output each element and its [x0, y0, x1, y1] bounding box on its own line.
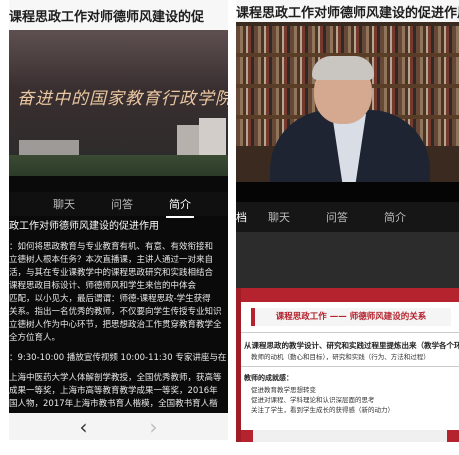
left-screen: 课程思政工作对师德师风建设的促 奋进中的国家教育行政学院 聊天 问答 简介 政工… — [9, 0, 228, 440]
slide-line: 促进教育教学思想转变 — [251, 386, 316, 394]
slide-header-bar — [241, 288, 459, 302]
divider — [241, 366, 459, 367]
slide-document: 课程思政工作 —— 师德师风建设的关系 从课程思政的教学设计、研究和实践过程里提… — [236, 288, 459, 442]
right-screen: 课程思政工作对师德师风建设的促进作用 档 聊天 问答 简介 课程思政工作 —— … — [236, 0, 459, 442]
intro-heading: 政工作对师德师风建设的促进作用 — [9, 221, 159, 232]
intro-line: 立德树人根本任务？本次直播课，主讲人通过一对来自 — [9, 255, 214, 265]
slide-line: 促进对课程、学科理论和认识深层面的思考 — [251, 396, 375, 404]
tab-qa[interactable]: 问答 — [93, 196, 151, 212]
intro-line: 立德树人作为中心环节，把思想政治工作贯穿教育教学全 — [9, 320, 222, 330]
intro-line: 全方位育人。 — [9, 333, 61, 343]
divider — [241, 332, 459, 333]
schedule-line: ：9:30-10:00 播放宣传视频 10:00-11:30 专家讲座与在 — [9, 353, 227, 363]
intro-line: 关系。指出一名优秀的教师，不仅要向学生传授专业知识 — [9, 307, 222, 317]
intro-line: ：如何将思政教育与专业教育有机、有意、有效衔接和 — [9, 242, 214, 252]
tab-chat[interactable]: 聊天 — [35, 196, 93, 212]
page-title: 课程思政工作对师德师风建设的促进作用 — [236, 6, 459, 21]
forward-arrow-icon[interactable]: › — [150, 417, 158, 437]
slide-heading: 教师的成就感： — [244, 374, 293, 382]
slide-title: 课程思政工作 —— 师德师风建设的关系 — [251, 308, 451, 326]
speaker-hair — [312, 56, 374, 80]
tab-documents[interactable]: 档 — [236, 209, 250, 234]
slide-subpoint: 教师的动机（動心和目标），研究和实践（行为、方法和过程） — [251, 353, 430, 361]
slide-corner-mark — [447, 430, 459, 442]
intro-line: 匹配，以小见大，最后谓谓：师德-课程思政-学生获得 — [9, 294, 211, 304]
video-banner-text: 奋进中的国家教育行政学院 — [17, 89, 228, 109]
browser-nav-bar: ‹ › — [9, 413, 228, 440]
speaker-line: 上海中医药大学人体解剖学教授，全国优秀教师，获高等 — [9, 373, 222, 383]
tab-chat[interactable]: 聊天 — [250, 209, 308, 225]
document-area-bg — [236, 232, 459, 288]
intro-line: 活，与其在专业课教学中的课程思政研究和实践相结合 — [9, 268, 214, 278]
slide-point: 从课程思政的教学设计、研究和实践过程里提炼出来（教学各个环节） — [244, 341, 459, 350]
video-player[interactable]: 奋进中的国家教育行政学院 — [9, 30, 228, 176]
intro-line: 课程思政目标设计、师德师风和学生来信的中体会 — [9, 281, 197, 291]
tab-intro[interactable]: 简介 — [366, 209, 424, 225]
tab-intro[interactable]: 简介 — [151, 196, 209, 218]
slide-line: 关注了学生，看到学生成长的获得感（新的动力） — [251, 406, 394, 414]
back-arrow-icon[interactable]: ‹ — [80, 417, 88, 437]
video-player[interactable] — [236, 22, 459, 182]
intro-content: 政工作对师德师风建设的促进作用 ：如何将思政教育与专业教育有机、有意、有效衔接和… — [9, 220, 228, 415]
tab-qa[interactable]: 问答 — [308, 209, 366, 225]
bookshelf-row — [236, 26, 459, 53]
tab-bar: 档 聊天 问答 简介 — [236, 202, 459, 234]
tree-line — [9, 155, 228, 176]
speaker-line: 国人物，2017年上海市教书育人楷模，全国教书育人楷 — [9, 399, 218, 409]
slide-corner-mark — [241, 430, 253, 442]
slide-footer — [241, 430, 459, 442]
page-title: 课程思政工作对师德师风建设的促 — [9, 10, 205, 25]
speaker-line: 成果一等奖，上海市高等教育教学成果一等奖，2016年 — [9, 386, 218, 396]
tab-bar: 聊天 问答 简介 — [9, 192, 228, 218]
video-bottom-bar — [236, 182, 459, 202]
